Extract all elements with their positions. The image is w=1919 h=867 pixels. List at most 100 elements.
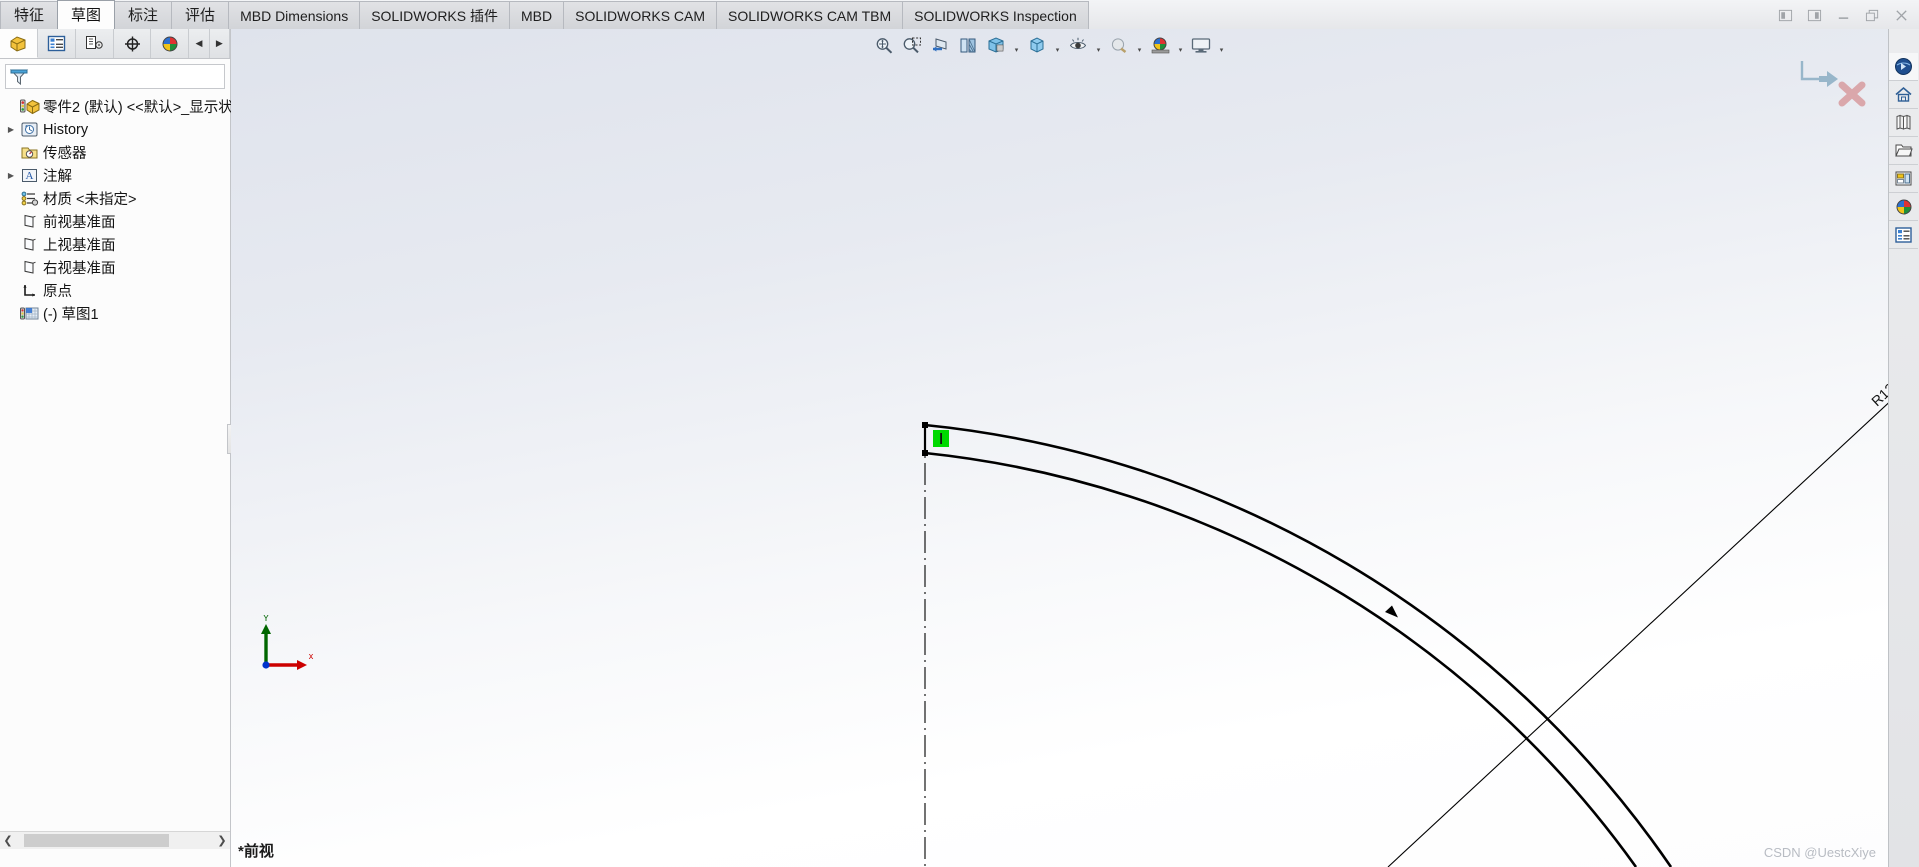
- design-library-button[interactable]: [1889, 81, 1918, 109]
- sketch-arc-outer[interactable]: [924, 423, 1673, 867]
- configuration-icon: [85, 35, 103, 49]
- radial-dimension-leader[interactable]: [1387, 382, 1888, 867]
- solidworks-window: 特征 草图 标注 评估 MBD Dimensions SOLIDWORKS 插件…: [0, 0, 1919, 867]
- tree-item-front-plane[interactable]: 前视基准面: [0, 210, 230, 233]
- dimxpert-manager-tab[interactable]: [114, 29, 152, 58]
- history-icon: [19, 121, 40, 138]
- tab-features[interactable]: 特征: [0, 1, 59, 29]
- tree-expander[interactable]: ▶: [3, 125, 19, 134]
- tree-item-origin[interactable]: 原点: [0, 279, 230, 302]
- filter-funnel-icon: [9, 69, 29, 85]
- tab-mbd[interactable]: MBD: [509, 1, 565, 29]
- solidworks-resources-icon: [1895, 58, 1912, 75]
- layout-panels-icon: [1895, 171, 1912, 186]
- color-sphere-icon: [1896, 199, 1911, 214]
- appearances-scenes-button[interactable]: [1889, 165, 1918, 193]
- display-manager-tab[interactable]: [151, 29, 190, 58]
- origin-icon: [19, 282, 40, 299]
- feature-tree-tab[interactable]: [0, 29, 38, 58]
- tree-item-annotations[interactable]: ▶ A 注解: [0, 164, 230, 187]
- part-icon: [19, 98, 40, 116]
- tree-item-label: 传感器: [43, 146, 87, 162]
- tree-item-material[interactable]: 材质 <未指定>: [0, 187, 230, 210]
- tabstrip-spacer: [1088, 1, 1778, 29]
- tab-solidworks-cam-tbm[interactable]: SOLIDWORKS CAM TBM: [716, 1, 904, 29]
- svg-text:A: A: [26, 170, 34, 182]
- tab-markup[interactable]: 标注: [114, 1, 173, 29]
- feature-tree: 零件2 (默认) <<默认>_显示状 ▶ History 传感器 ▶ A 注解 …: [0, 89, 233, 325]
- property-manager-tab[interactable]: [38, 29, 76, 58]
- material-icon: [19, 190, 40, 207]
- feature-manager-tabs: ◀ ▶: [0, 29, 230, 59]
- maximize-icon[interactable]: [1865, 8, 1880, 23]
- close-icon[interactable]: [1894, 8, 1909, 23]
- tab-evaluate[interactable]: 评估: [171, 1, 230, 29]
- sketch-arc-inner[interactable]: [924, 451, 1638, 867]
- tree-item-label: 原点: [43, 284, 72, 300]
- display-manager-sphere-icon: [162, 36, 178, 51]
- tree-item-label: (-) 草图1: [43, 307, 99, 323]
- scroll-thumb[interactable]: [24, 834, 169, 847]
- tab-solidworks-cam[interactable]: SOLIDWORKS CAM: [563, 1, 718, 29]
- custom-properties-button[interactable]: [1889, 193, 1918, 221]
- sketch-canvas[interactable]: R123: [231, 29, 1888, 867]
- file-explorer-button[interactable]: [1889, 109, 1918, 137]
- books-stack-icon: [1896, 114, 1911, 130]
- triad-y-label: Y: [263, 615, 269, 623]
- tree-expander[interactable]: ▶: [3, 171, 19, 180]
- solidworks-forum-button[interactable]: [1889, 221, 1918, 249]
- tree-item-part[interactable]: 零件2 (默认) <<默认>_显示状: [0, 95, 233, 118]
- dimxpert-target-icon: [124, 36, 140, 51]
- task-pane: [1888, 29, 1919, 867]
- sketch-icon: [19, 305, 40, 322]
- sensors-icon: [19, 144, 40, 161]
- view-palette-button[interactable]: [1889, 137, 1918, 165]
- plane-icon: [19, 213, 40, 230]
- tab-solidworks-inspection[interactable]: SOLIDWORKS Inspection: [902, 1, 1089, 29]
- tab-solidworks-addins[interactable]: SOLIDWORKS 插件: [359, 1, 510, 29]
- tree-item-label: 右视基准面: [43, 261, 116, 277]
- scroll-left-arrow[interactable]: ❮: [0, 834, 16, 847]
- tree-item-label: 注解: [43, 169, 72, 185]
- feature-tree-hscrollbar[interactable]: ❮ ❯: [0, 831, 230, 849]
- folder-icon: [1895, 144, 1913, 157]
- command-manager-tabstrip: 特征 草图 标注 评估 MBD Dimensions SOLIDWORKS 插件…: [0, 0, 1919, 30]
- plane-icon: [19, 259, 40, 276]
- scroll-right-arrow[interactable]: ❯: [214, 834, 230, 847]
- tree-item-history[interactable]: ▶ History: [0, 118, 230, 141]
- configuration-manager-tab[interactable]: [76, 29, 114, 58]
- minimize-icon[interactable]: [1836, 8, 1851, 23]
- restore-left-icon[interactable]: [1778, 8, 1793, 23]
- feature-tree-filter[interactable]: [5, 64, 225, 89]
- tab-sketch[interactable]: 草图: [57, 0, 116, 29]
- home-icon: [1895, 86, 1912, 102]
- tab-mbd-dimensions[interactable]: MBD Dimensions: [228, 1, 361, 29]
- radial-dimension-text[interactable]: R123: [1868, 375, 1888, 410]
- view-orientation-label: *前视: [238, 843, 274, 860]
- tree-item-label: 上视基准面: [43, 238, 116, 254]
- tree-item-label: 零件2 (默认) <<默认>_显示状: [43, 100, 233, 116]
- feature-tree-filter-input[interactable]: [29, 68, 224, 85]
- feature-manager-panel: ◀ ▶ 零件2 (默认) <<默认>_显示状 ▶ History 传感器 ▶ A…: [0, 29, 238, 867]
- tree-item-right-plane[interactable]: 右视基准面: [0, 256, 230, 279]
- feature-manager-prev-button[interactable]: ◀: [189, 29, 210, 58]
- tree-item-sensors[interactable]: 传感器: [0, 141, 230, 164]
- scroll-track[interactable]: [16, 833, 214, 848]
- restore-right-icon[interactable]: [1807, 8, 1822, 23]
- tree-item-label: 材质 <未指定>: [43, 192, 137, 208]
- tree-item-top-plane[interactable]: 上视基准面: [0, 233, 230, 256]
- vertical-relation-icon[interactable]: [933, 430, 949, 447]
- tree-item-label: History: [43, 121, 89, 138]
- annotations-icon: A: [19, 167, 40, 184]
- solidworks-resources-button[interactable]: [1889, 53, 1918, 81]
- window-controls: [1778, 1, 1919, 29]
- tree-item-label: 前视基准面: [43, 215, 116, 231]
- watermark-text: CSDN @UestcXiye: [1763, 845, 1876, 860]
- dimension-arrowhead: [1385, 605, 1398, 618]
- plane-icon: [19, 236, 40, 253]
- graphics-area[interactable]: ▾ ▾ ▾ ▾ ▾ ▾ R123 Y x *前视 CSDN @UestcXiye: [231, 29, 1888, 867]
- feature-manager-next-button[interactable]: ▶: [210, 29, 230, 58]
- tree-item-sketch1[interactable]: (-) 草图1: [0, 302, 230, 325]
- coordinate-triad: Y x: [256, 613, 316, 675]
- feature-tree-icon: [10, 35, 26, 52]
